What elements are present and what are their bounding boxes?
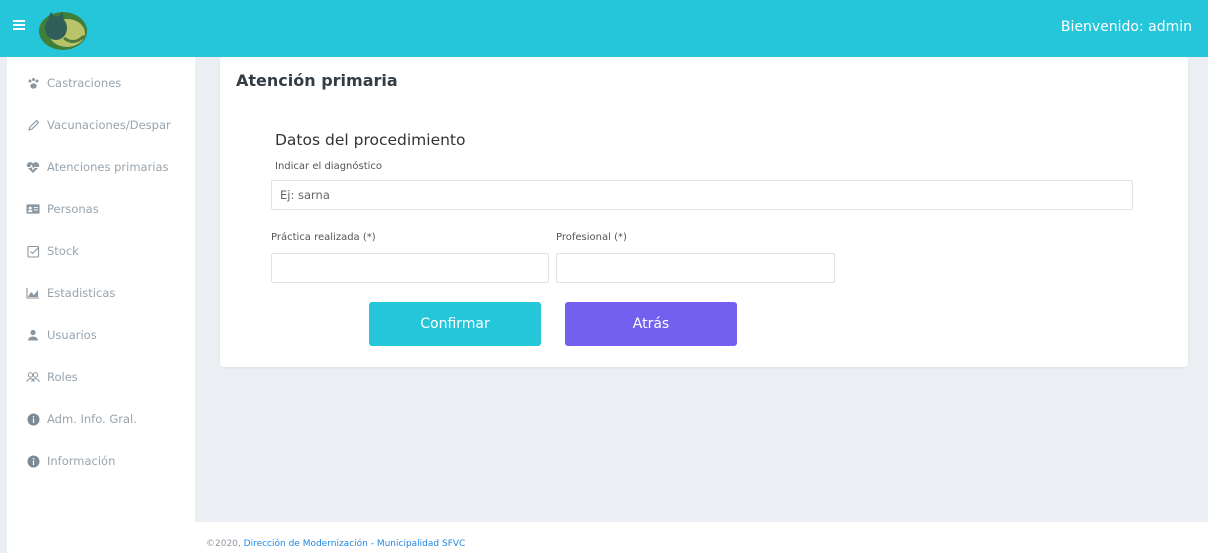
sidebar-item-label: Vacunaciones/Despar — [47, 118, 171, 132]
sidebar-item-stock[interactable]: Stock — [7, 236, 195, 266]
user-icon — [26, 328, 40, 342]
diagnosis-input[interactable] — [271, 180, 1133, 210]
hamburger-icon[interactable] — [13, 20, 25, 30]
footer-link[interactable]: Dirección de Modernización - Municipalid… — [244, 539, 466, 549]
sidebar-item-adm-info-gral[interactable]: Adm. Info. Gral. — [7, 404, 195, 434]
section-title: Datos del procedimiento — [275, 131, 466, 149]
copyright-text: ©2020, — [206, 539, 241, 549]
info-circle-icon — [26, 412, 40, 426]
sidebar-item-label: Stock — [47, 244, 79, 258]
info-circle-icon — [26, 454, 40, 468]
professional-label: Profesional (*) — [556, 232, 627, 243]
sidebar-item-atenciones-primarias[interactable]: Atenciones primarias — [7, 152, 195, 182]
area-chart-icon — [26, 286, 40, 300]
welcome-text: Bienvenido: admin — [1060, 19, 1192, 35]
sidebar-item-estadisticas[interactable]: Estadisticas — [7, 278, 195, 308]
checkbox-icon — [26, 244, 40, 258]
sidebar-item-label: Estadisticas — [47, 286, 116, 300]
cat-logo-icon[interactable] — [34, 8, 92, 52]
sidebar-item-personas[interactable]: Personas — [7, 194, 195, 224]
diagnosis-label: Indicar el diagnóstico — [275, 161, 383, 172]
sidebar-item-informacion[interactable]: Información — [7, 446, 195, 476]
top-navbar: Bienvenido: admin — [0, 0, 1208, 57]
form-card: Atención primaria Datos del procedimient… — [220, 57, 1188, 367]
sidebar-item-label: Adm. Info. Gral. — [47, 412, 137, 426]
sidebar-item-label: Personas — [47, 202, 99, 216]
sidebar-item-label: Usuarios — [47, 328, 97, 342]
page-title: Atención primaria — [236, 71, 398, 90]
id-card-icon — [26, 202, 40, 216]
footer-text: ©2020, Dirección de Modernización - Muni… — [206, 539, 465, 549]
users-icon — [26, 370, 40, 384]
pencil-icon — [26, 118, 40, 132]
back-button[interactable]: Atrás — [565, 302, 737, 346]
sidebar-item-label: Atenciones primarias — [47, 160, 169, 174]
sidebar-item-label: Roles — [47, 370, 78, 384]
sidebar-item-label: Castraciones — [47, 76, 122, 90]
practice-input[interactable] — [271, 253, 549, 283]
heartbeat-icon — [26, 160, 40, 174]
sidebar-item-roles[interactable]: Roles — [7, 362, 195, 392]
confirm-button[interactable]: Confirmar — [369, 302, 541, 346]
sidebar-item-vacunaciones[interactable]: Vacunaciones/Despar — [7, 110, 195, 140]
sidebar-item-castraciones[interactable]: Castraciones — [7, 68, 195, 98]
footer: ©2020, Dirección de Modernización - Muni… — [195, 522, 1208, 553]
practice-label: Práctica realizada (*) — [271, 232, 376, 243]
sidebar-item-usuarios[interactable]: Usuarios — [7, 320, 195, 350]
sidebar-item-label: Información — [47, 454, 116, 468]
professional-input[interactable] — [556, 253, 835, 283]
sidebar: Castraciones Vacunaciones/Despar Atencio… — [7, 57, 195, 553]
paw-icon — [26, 76, 40, 90]
